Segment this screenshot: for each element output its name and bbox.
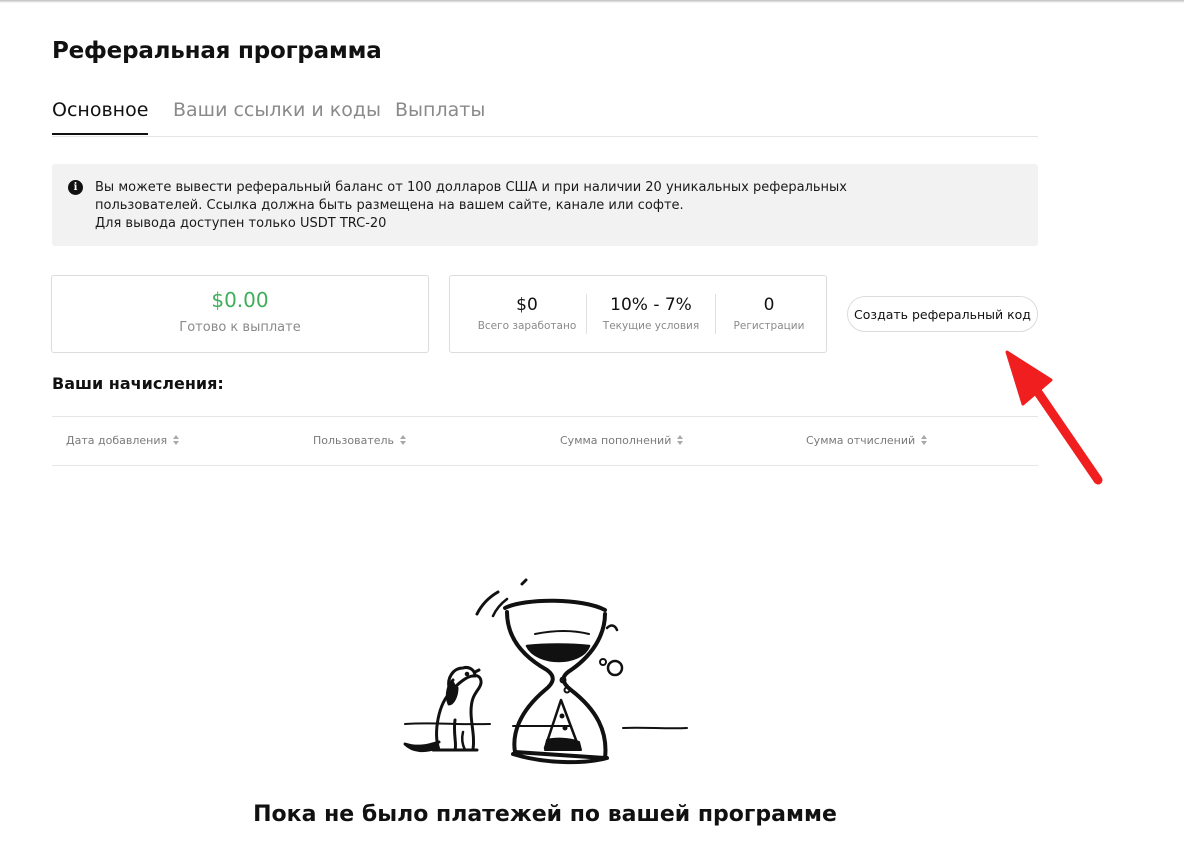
stat-total-earned-value: $0 xyxy=(516,295,538,315)
column-deposits-sum-label: Сумма пополнений xyxy=(560,434,672,447)
stat-total-earned: $0 Всего заработано xyxy=(468,276,586,352)
stat-registrations: 0 Регистрации xyxy=(716,276,822,352)
sort-icon xyxy=(400,435,407,445)
balance-label: Готово к выплате xyxy=(179,320,301,335)
empty-state-title: Пока не было платежей по вашей программе xyxy=(253,802,837,827)
accruals-title: Ваши начисления: xyxy=(52,374,224,393)
stat-current-terms-label: Текущие условия xyxy=(602,320,700,332)
stats-card: $0 Всего заработано 10% - 7% Текущие усл… xyxy=(449,275,827,353)
column-deposits-sum[interactable]: Сумма пополнений xyxy=(560,434,684,447)
column-user[interactable]: Пользователь xyxy=(313,434,407,447)
tab-bar: Основное Ваши ссылки и коды Выплаты xyxy=(52,96,1038,137)
balance-value: $0.00 xyxy=(211,288,269,312)
stat-current-terms: 10% - 7% Текущие условия xyxy=(587,276,715,352)
column-date-added[interactable]: Дата добавления xyxy=(66,434,180,447)
sort-icon xyxy=(173,435,180,445)
red-arrow-annotation xyxy=(1005,350,1103,485)
stat-registrations-label: Регистрации xyxy=(733,320,805,332)
tab-links-and-codes[interactable]: Ваши ссылки и коды xyxy=(173,96,381,135)
column-commissions-sum[interactable]: Сумма отчислений xyxy=(806,434,928,447)
column-date-added-label: Дата добавления xyxy=(66,434,168,447)
notice-line-1: Вы можете вывести реферальный баланс от … xyxy=(95,180,847,195)
info-notice: i Вы можете вывести реферальный баланс о… xyxy=(52,164,1038,246)
tab-main[interactable]: Основное xyxy=(52,96,149,135)
page-title: Реферальная программа xyxy=(52,38,382,64)
sort-icon xyxy=(921,435,928,445)
notice-line-2: пользователей. Ссылка должна быть размещ… xyxy=(95,198,684,213)
dog-hourglass-illustration xyxy=(403,578,688,765)
stat-total-earned-label: Всего заработано xyxy=(477,320,577,332)
arrow-shaft xyxy=(1028,380,1103,485)
column-user-label: Пользователь xyxy=(313,434,395,447)
notice-text: Вы можете вывести реферальный баланс от … xyxy=(95,179,847,233)
stat-registrations-value: 0 xyxy=(763,295,775,315)
tab-payouts[interactable]: Выплаты xyxy=(395,96,485,135)
sort-icon xyxy=(677,435,684,445)
balance-card: $0.00 Готово к выплате xyxy=(51,275,429,353)
stat-current-terms-value: 10% - 7% xyxy=(610,295,692,315)
notice-line-3: Для вывода доступен только USDT TRC-20 xyxy=(95,216,387,231)
info-icon: i xyxy=(68,180,83,195)
column-commissions-sum-label: Сумма отчислений xyxy=(806,434,916,447)
create-referral-code-button[interactable]: Создать реферальный код xyxy=(847,296,1038,332)
accruals-table-header: Дата добавления Пользователь Сумма попол… xyxy=(52,416,1038,466)
top-shadow xyxy=(0,0,1184,3)
